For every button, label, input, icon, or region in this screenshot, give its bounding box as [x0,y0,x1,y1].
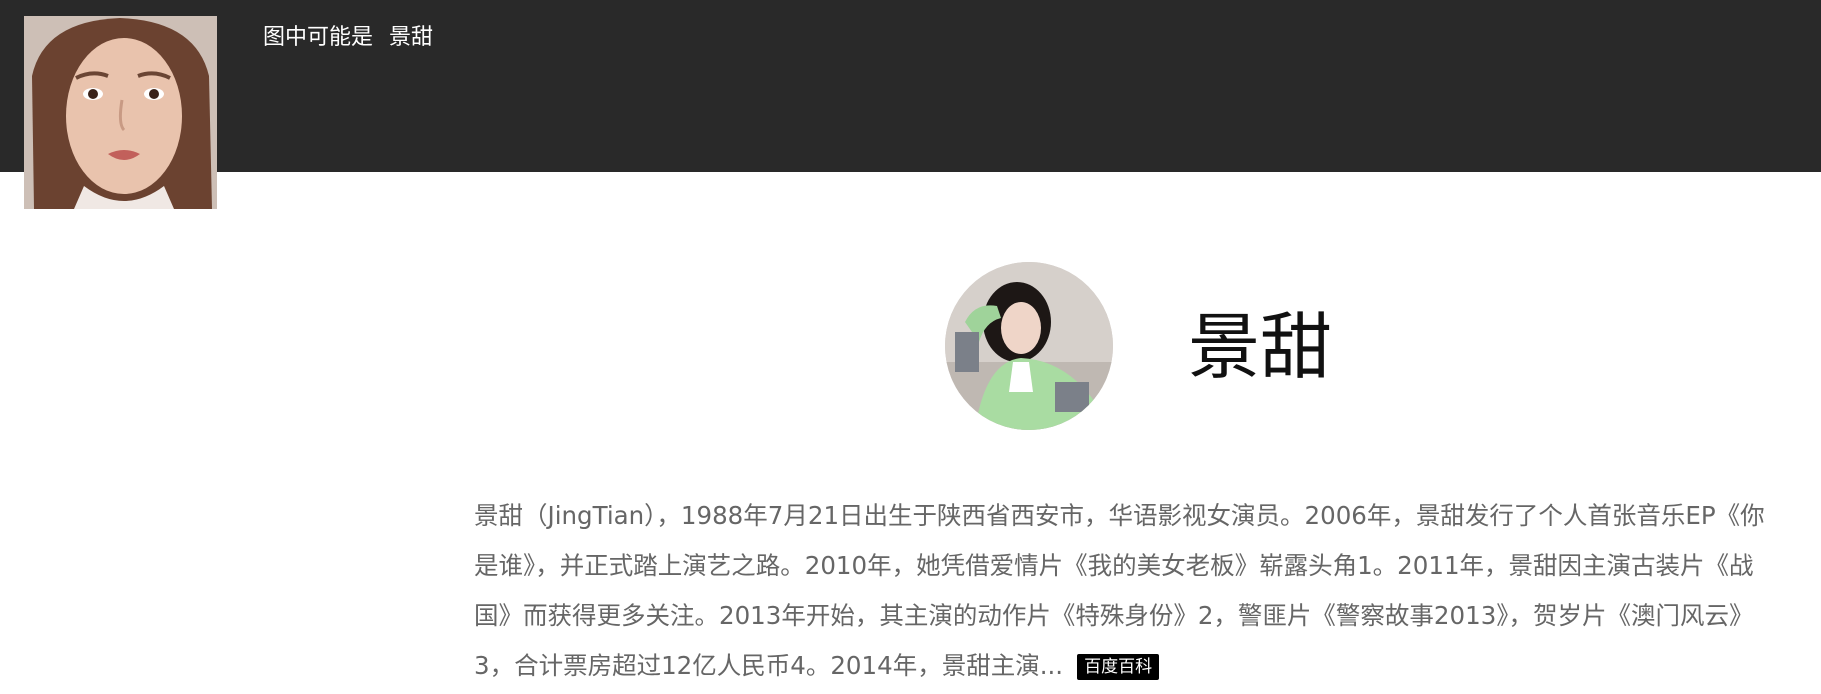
entity-title: 景甜 [1188,305,1333,389]
source-badge-baike[interactable]: 百度百科 [1077,654,1160,680]
recognition-caption: 图中可能是 景甜 [263,24,433,52]
entity-description: 景甜（JingTian），1988年7月21日出生于陕西省西安市，华语影视女演员… [474,491,1779,691]
query-image-thumbnail[interactable] [24,16,217,209]
caption-name[interactable]: 景甜 [389,25,433,50]
header-bar: 图中可能是 景甜 [0,0,1821,172]
caption-prefix: 图中可能是 [263,25,374,50]
entity-avatar[interactable] [945,262,1113,430]
